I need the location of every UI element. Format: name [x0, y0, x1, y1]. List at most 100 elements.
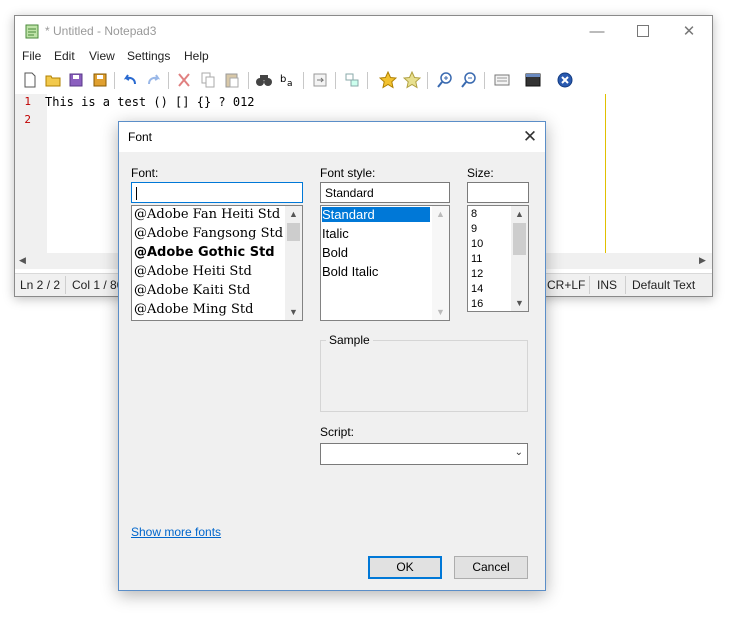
- exit-icon[interactable]: [556, 71, 574, 89]
- size-item[interactable]: 16: [471, 298, 483, 310]
- font-list-item[interactable]: @Adobe Heiti Std: [134, 264, 252, 279]
- script-select[interactable]: ⌄: [320, 443, 528, 465]
- font-style-item[interactable]: Italic: [322, 226, 349, 241]
- zoom-out-icon[interactable]: [460, 71, 478, 89]
- scroll-up-icon[interactable]: ▲: [285, 207, 302, 221]
- font-list[interactable]: @Adobe Fan Heiti Std @Adobe Fangsong Std…: [131, 205, 303, 321]
- font-list-item[interactable]: @Adobe Kaiti Std: [134, 283, 250, 298]
- size-input[interactable]: [467, 182, 529, 203]
- toolbar: ba: [15, 68, 712, 94]
- terminal-icon[interactable]: [524, 71, 542, 89]
- font-label: Font:: [131, 166, 159, 180]
- scroll-down-icon[interactable]: ▼: [432, 305, 449, 319]
- find-icon[interactable]: [255, 71, 273, 89]
- font-list-item[interactable]: @Adobe Gothic Std: [134, 245, 275, 260]
- svg-text:b: b: [280, 74, 286, 85]
- size-item[interactable]: 14: [471, 283, 483, 295]
- size-label: Size:: [467, 166, 494, 180]
- status-line: Ln 2 / 2: [20, 278, 61, 292]
- close-icon: ✕: [522, 127, 538, 146]
- wrap-icon[interactable]: [311, 71, 329, 89]
- maximize-button[interactable]: [620, 16, 666, 46]
- font-style-scrollbar[interactable]: ▲ ▼: [432, 206, 449, 320]
- replace-icon[interactable]: ba: [279, 71, 297, 89]
- minimize-icon: —: [589, 22, 605, 40]
- close-icon: ✕: [682, 23, 696, 40]
- menu-edit[interactable]: Edit: [54, 49, 75, 63]
- settings-icon[interactable]: [493, 71, 511, 89]
- cut-icon[interactable]: [175, 71, 193, 89]
- font-style-item[interactable]: Bold: [322, 245, 348, 260]
- long-line-marker: [605, 94, 606, 254]
- editor-line-1[interactable]: This is a test () [] {} ? 012: [45, 95, 255, 109]
- size-item[interactable]: 8: [471, 208, 477, 220]
- scroll-thumb[interactable]: [287, 223, 300, 241]
- select-icon[interactable]: [343, 71, 361, 89]
- menu-bar: File Edit View Settings Help: [15, 46, 712, 66]
- title-bar: * Untitled - Notepad3 — ✕: [15, 16, 712, 46]
- size-item[interactable]: 11: [471, 253, 482, 265]
- window-title: * Untitled - Notepad3: [45, 24, 157, 38]
- size-list[interactable]: 8 9 10 11 12 14 16 ▲ ▼: [467, 205, 529, 312]
- status-eol[interactable]: CR+LF: [547, 278, 585, 292]
- script-label: Script:: [320, 425, 355, 439]
- size-item[interactable]: 12: [471, 268, 483, 280]
- font-list-item[interactable]: @Adobe Fangsong Std: [134, 226, 283, 241]
- font-list-scrollbar[interactable]: ▲ ▼: [285, 206, 302, 320]
- cancel-button[interactable]: Cancel: [454, 556, 528, 579]
- font-list-item[interactable]: @Adobe Fan Heiti Std: [134, 207, 280, 222]
- dialog-title-bar: Font ✕: [119, 122, 545, 152]
- text-caret: [136, 187, 137, 201]
- scroll-up-icon[interactable]: ▲: [511, 207, 528, 221]
- save-icon[interactable]: [67, 71, 85, 89]
- bookmark-clear-icon[interactable]: [403, 71, 421, 89]
- ok-button[interactable]: OK: [368, 556, 442, 579]
- maximize-icon: [637, 25, 649, 37]
- size-item[interactable]: 9: [471, 223, 477, 235]
- new-icon[interactable]: [21, 71, 39, 89]
- status-lexer[interactable]: Default Text: [632, 278, 695, 292]
- font-style-item[interactable]: Bold Italic: [322, 264, 378, 279]
- sample-label: Sample: [326, 333, 373, 347]
- menu-settings[interactable]: Settings: [127, 49, 170, 63]
- paste-icon[interactable]: [223, 71, 241, 89]
- bookmark-icon[interactable]: [379, 71, 397, 89]
- line-number-gutter: 1 2: [15, 94, 47, 269]
- size-item[interactable]: 10: [471, 238, 483, 250]
- scroll-down-icon[interactable]: ▼: [285, 305, 302, 319]
- menu-help[interactable]: Help: [184, 49, 209, 63]
- font-style-item-selected[interactable]: Standard: [322, 207, 430, 222]
- scroll-thumb[interactable]: [513, 223, 526, 255]
- open-icon[interactable]: [44, 71, 62, 89]
- redo-icon[interactable]: [145, 71, 163, 89]
- minimize-button[interactable]: —: [574, 16, 620, 46]
- font-style-list[interactable]: Standard Italic Bold Bold Italic ▲ ▼: [320, 205, 450, 321]
- svg-text:a: a: [287, 79, 293, 89]
- status-insert-mode[interactable]: INS: [597, 278, 617, 292]
- size-list-scrollbar[interactable]: ▲ ▼: [511, 206, 528, 311]
- save-as-icon[interactable]: [91, 71, 109, 89]
- dialog-close-button[interactable]: ✕: [519, 126, 541, 148]
- undo-icon[interactable]: [121, 71, 139, 89]
- zoom-in-icon[interactable]: [436, 71, 454, 89]
- status-column: Col 1 / 80: [72, 278, 124, 292]
- scroll-right-icon[interactable]: ▶: [699, 255, 706, 266]
- font-name-input[interactable]: [131, 182, 303, 203]
- font-style-input[interactable]: Standard: [320, 182, 450, 203]
- font-style-label: Font style:: [320, 166, 376, 180]
- font-dialog: Font ✕ Font: @Adobe Fan Heiti Std @Adobe…: [118, 121, 546, 591]
- scroll-up-icon[interactable]: ▲: [432, 207, 449, 221]
- chevron-down-icon[interactable]: ⌄: [515, 447, 523, 458]
- copy-icon[interactable]: [199, 71, 217, 89]
- scroll-left-icon[interactable]: ◀: [19, 255, 26, 266]
- line-number: 1: [24, 95, 31, 108]
- menu-file[interactable]: File: [22, 49, 41, 63]
- scroll-down-icon[interactable]: ▼: [511, 296, 528, 310]
- line-number: 2: [24, 113, 31, 126]
- show-more-fonts-link[interactable]: Show more fonts: [131, 525, 221, 539]
- close-button[interactable]: ✕: [666, 16, 712, 46]
- menu-view[interactable]: View: [89, 49, 115, 63]
- dialog-title: Font: [128, 130, 153, 144]
- notepad-app-icon: [25, 24, 39, 39]
- font-list-item[interactable]: @Adobe Ming Std: [134, 302, 253, 317]
